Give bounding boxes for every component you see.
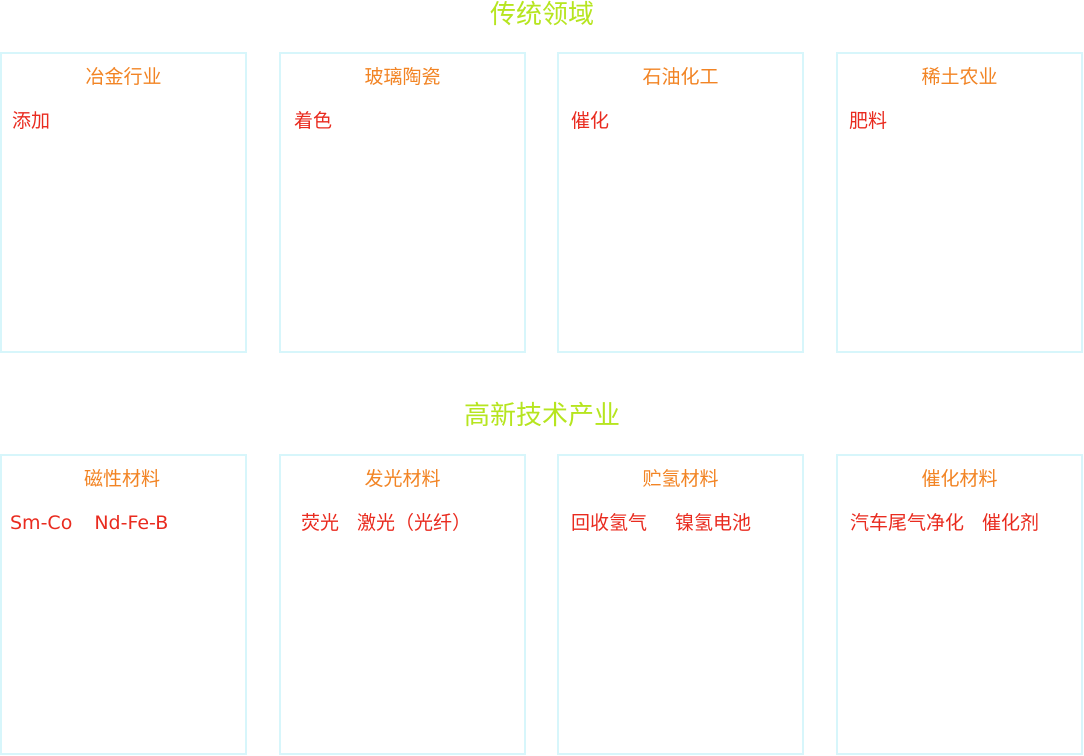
card-title: 催化材料 <box>921 468 998 490</box>
card-item: 回收氢气 <box>571 512 648 534</box>
card-title: 磁性材料 <box>83 468 160 490</box>
card-items: 荧光 激光（光纤） <box>301 510 520 536</box>
card-metallurgy: 冶金行业 添加 <box>0 52 247 353</box>
card-item: 镍氢电池 <box>675 512 752 534</box>
card-luminescent-materials: 发光材料 荧光 激光（光纤） <box>279 454 526 755</box>
card-item: 添加 <box>12 110 51 132</box>
card-hydrogen-storage: 贮氢材料 回收氢气 镍氢电池 <box>557 454 804 755</box>
card-title: 稀土农业 <box>921 66 998 88</box>
card-title: 玻璃陶瓷 <box>364 66 441 88</box>
card-glass-ceramics: 玻璃陶瓷 着色 <box>279 52 526 353</box>
card-agriculture: 稀土农业 肥料 <box>836 52 1083 353</box>
card-petrochemical: 石油化工 催化 <box>557 52 804 353</box>
card-item: 催化剂 <box>982 512 1040 534</box>
card-title: 冶金行业 <box>85 66 162 88</box>
card-items: 汽车尾气净化 催化剂 <box>850 510 1077 536</box>
card-item: 催化 <box>571 110 610 132</box>
card-title: 发光材料 <box>364 468 441 490</box>
card-catalytic-materials: 催化材料 汽车尾气净化 催化剂 <box>836 454 1083 755</box>
card-items: 肥料 <box>849 108 1077 134</box>
card-items: Sm-Co Nd-Fe-B <box>10 510 241 536</box>
card-magnetic-materials: 磁性材料 Sm-Co Nd-Fe-B <box>0 454 247 755</box>
card-item: 荧光 <box>301 512 340 534</box>
card-item: 着色 <box>294 110 333 132</box>
card-item: Sm-Co <box>10 512 73 534</box>
section-title-high-tech: 高新技术产业 <box>463 401 620 431</box>
card-item: Nd-Fe-B <box>94 512 169 534</box>
card-items: 添加 <box>12 108 241 134</box>
card-items: 催化 <box>571 108 798 134</box>
card-title: 贮氢材料 <box>642 468 719 490</box>
card-items: 回收氢气 镍氢电池 <box>571 510 798 536</box>
section-title-traditional: 传统领域 <box>489 0 594 30</box>
card-item: 激光（光纤） <box>357 512 472 534</box>
card-item: 汽车尾气净化 <box>850 512 965 534</box>
card-item: 肥料 <box>849 110 888 132</box>
card-title: 石油化工 <box>642 66 719 88</box>
card-items: 着色 <box>294 108 520 134</box>
